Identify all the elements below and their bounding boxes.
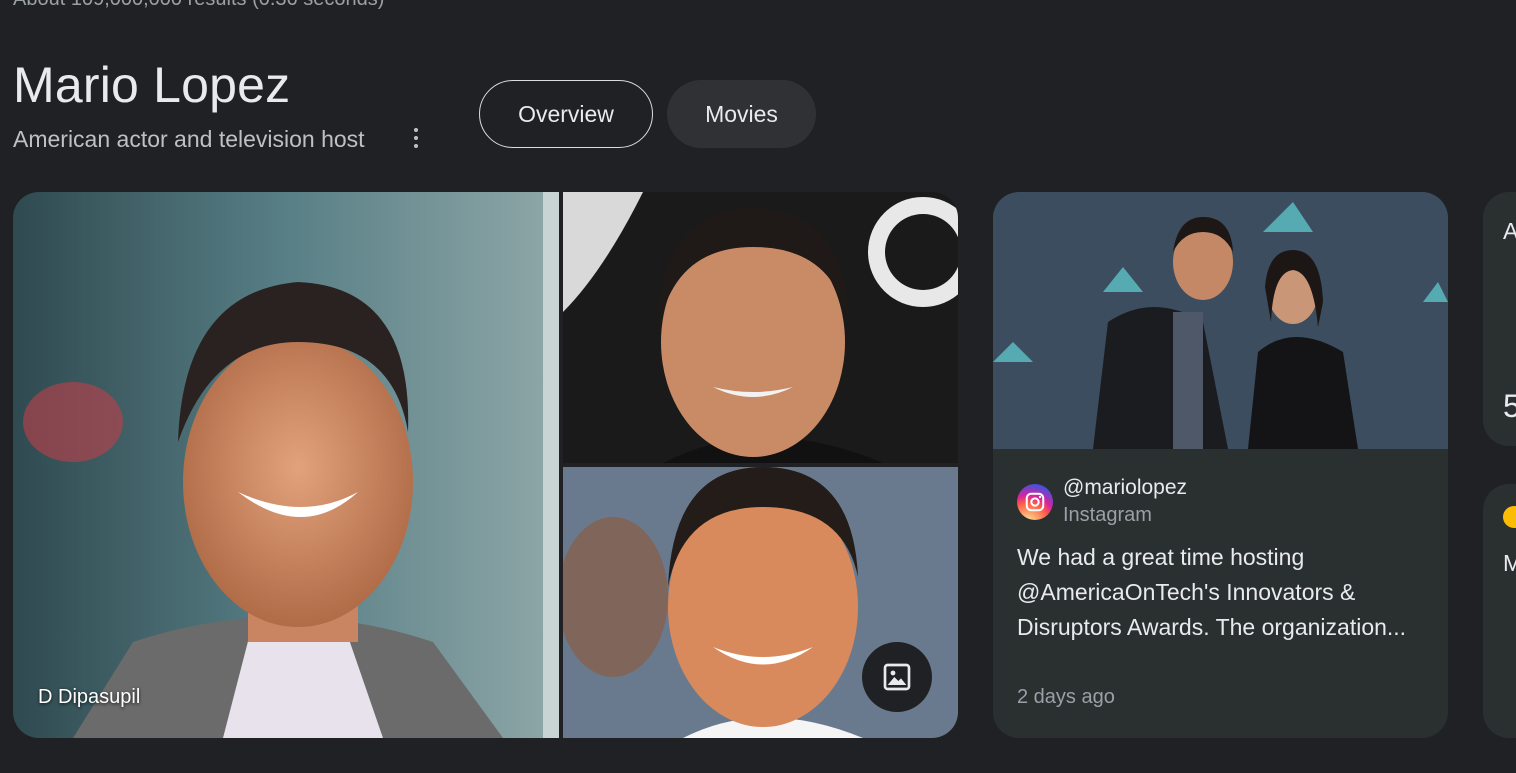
- images-card[interactable]: D Dipasupil: [13, 192, 958, 738]
- results-count: About 109,000,000 results (0.36 seconds): [13, 0, 384, 11]
- portrait-photo-top[interactable]: [563, 192, 958, 463]
- badge-icon: [1503, 506, 1516, 528]
- post-handle[interactable]: @mariolopez: [1063, 476, 1187, 500]
- instagram-icon: [1017, 484, 1053, 520]
- entity-title: Mario Lopez: [13, 57, 291, 113]
- tab-overview[interactable]: Overview: [479, 80, 653, 148]
- view-images-button[interactable]: [862, 642, 932, 712]
- main-photo[interactable]: [13, 192, 559, 738]
- more-options-button[interactable]: [400, 122, 432, 154]
- side-card-1-value: 5: [1503, 388, 1516, 424]
- side-card-1[interactable]: A 5: [1483, 192, 1516, 446]
- side-card-2-title: M: [1503, 550, 1516, 576]
- tab-movies[interactable]: Movies: [667, 80, 816, 148]
- side-card-1-title: A: [1503, 218, 1516, 244]
- post-source: Instagram: [1063, 504, 1152, 526]
- more-vert-icon: [414, 126, 418, 150]
- image-icon: [883, 663, 911, 691]
- entity-subtitle: American actor and television host: [13, 126, 365, 152]
- instagram-post-card[interactable]: @mariolopez Instagram We had a great tim…: [993, 192, 1448, 738]
- post-photo[interactable]: [993, 192, 1448, 449]
- search-results-page: About 109,000,000 results (0.36 seconds)…: [0, 0, 1516, 773]
- post-text[interactable]: We had a great time hosting @AmericaOnTe…: [1017, 540, 1427, 645]
- side-card-2[interactable]: M: [1483, 484, 1516, 738]
- photo-credit: D Dipasupil: [38, 686, 141, 708]
- post-time: 2 days ago: [1017, 686, 1115, 708]
